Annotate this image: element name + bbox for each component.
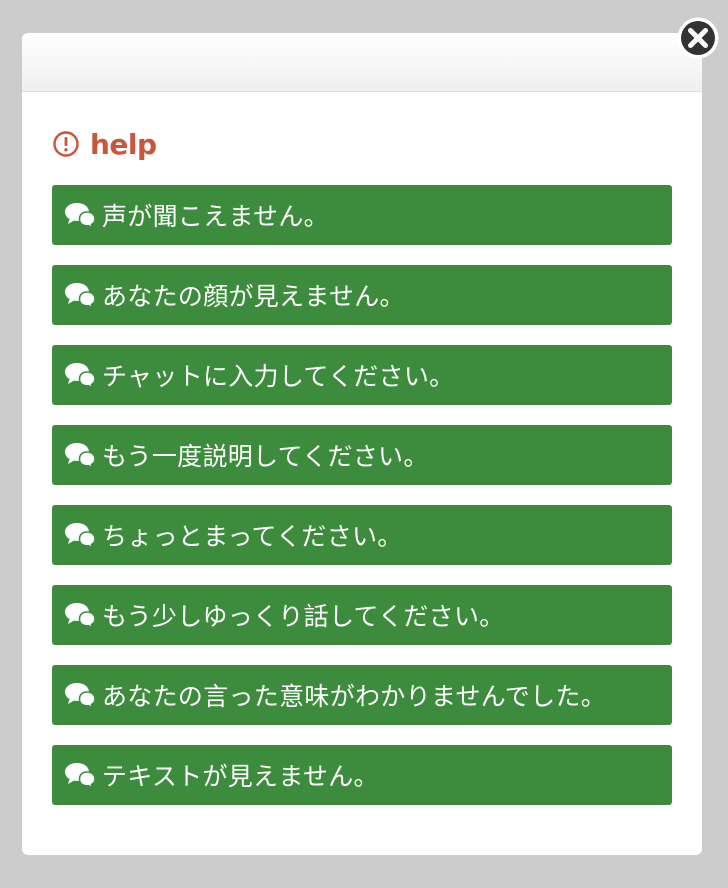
chat-bubbles-icon: [65, 443, 96, 469]
dialog-title: help: [52, 127, 157, 161]
phrase-list: 声が聞こえません。 あなたの顔が見えません。 チャットに入力してください。 もう…: [52, 185, 672, 825]
chat-bubbles-icon: [65, 603, 96, 629]
chat-bubbles-icon: [65, 523, 96, 549]
phrase-label: チャットに入力してください。: [102, 362, 455, 391]
help-dialog: help 声が聞こえません。 あなたの顔が見えません。 チャットに入力してくださ…: [22, 33, 702, 855]
phrase-label: もう一度説明してください。: [102, 442, 429, 471]
chat-bubbles-icon: [65, 203, 96, 229]
alert-circle-icon: [53, 131, 79, 157]
phrase-label: あなたの顔が見えません。: [102, 282, 405, 311]
chat-bubbles-icon: [65, 363, 96, 389]
phrase-label: あなたの言った意味がわかりませんでした。: [102, 682, 607, 711]
close-button[interactable]: [676, 16, 720, 60]
dialog-header: [22, 33, 702, 92]
close-icon: [677, 17, 719, 59]
phrase-label: もう少しゆっくり話してください。: [102, 602, 505, 631]
chat-bubbles-icon: [65, 763, 96, 789]
chat-bubbles-icon: [65, 283, 96, 309]
phrase-button-cant-see-face[interactable]: あなたの顔が見えません。: [52, 265, 672, 325]
phrase-button-cant-see-text[interactable]: テキストが見えません。: [52, 745, 672, 805]
phrase-button-speak-slower[interactable]: もう少しゆっくり話してください。: [52, 585, 672, 645]
phrase-button-type-in-chat[interactable]: チャットに入力してください。: [52, 345, 672, 405]
phrase-button-wait-a-moment[interactable]: ちょっとまってください。: [52, 505, 672, 565]
phrase-label: テキストが見えません。: [102, 762, 379, 791]
phrase-button-explain-again[interactable]: もう一度説明してください。: [52, 425, 672, 485]
phrase-label: ちょっとまってください。: [102, 522, 403, 551]
phrase-label: 声が聞こえません。: [102, 202, 329, 231]
phrase-button-didnt-understand[interactable]: あなたの言った意味がわかりませんでした。: [52, 665, 672, 725]
phrase-button-cant-hear[interactable]: 声が聞こえません。: [52, 185, 672, 245]
chat-bubbles-icon: [65, 683, 96, 709]
dialog-title-text: help: [90, 127, 157, 161]
